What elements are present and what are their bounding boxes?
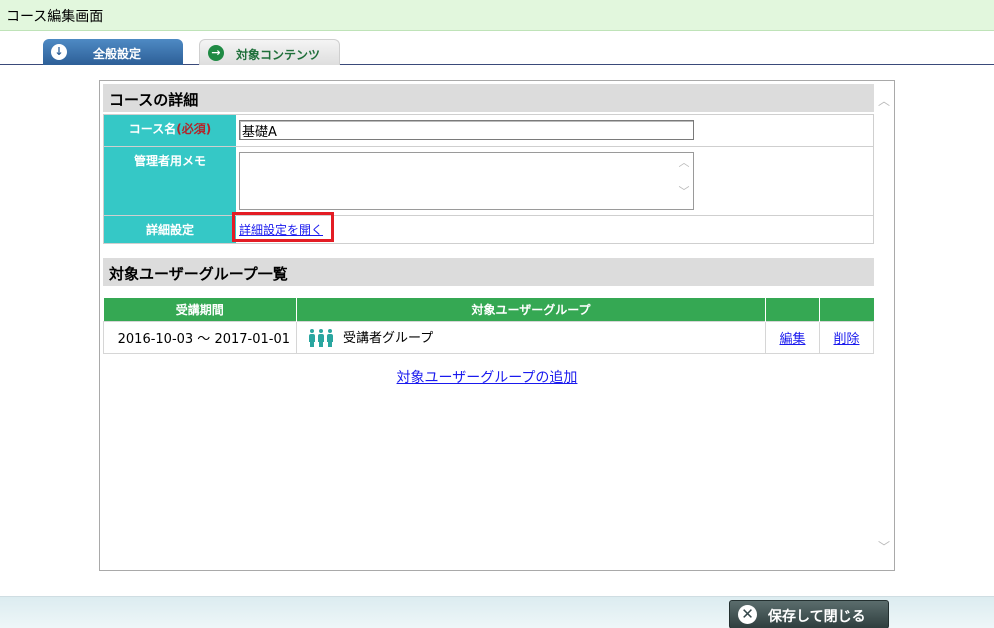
panel-scrollbar[interactable]: ︿ ﹀ bbox=[874, 81, 894, 570]
save-and-close-button[interactable]: ✕ 保存して閉じる bbox=[729, 600, 889, 628]
open-advanced-settings-link[interactable]: 詳細設定を開く bbox=[239, 221, 323, 238]
table-row: 2016-10-03 ～ 2017-01-01 受講者グループ 編集 削除 bbox=[103, 320, 874, 354]
tab-target-contents[interactable]: → 対象コンテンツ bbox=[199, 39, 340, 65]
chevron-up-icon[interactable]: ︿ bbox=[878, 95, 890, 107]
course-details-heading: コースの詳細 bbox=[103, 84, 874, 112]
course-edit-screen: コース編集画面 ↓ 全般設定 → 対象コンテンツ ︿ ﹀ コースの詳細 コース名… bbox=[0, 0, 994, 628]
delete-cell: 削除 bbox=[819, 320, 874, 354]
window-title: コース編集画面 bbox=[6, 9, 104, 25]
course-name-label: コース名(必須) bbox=[104, 115, 236, 146]
save-and-close-label: 保存して閉じる bbox=[768, 609, 866, 625]
tab-label: 対象コンテンツ bbox=[236, 48, 321, 62]
column-header-period: 受講期間 bbox=[103, 298, 297, 321]
main-panel: ︿ ﹀ コースの詳細 コース名(必須) 管理者用メモ ︿ ﹀ bbox=[99, 80, 895, 571]
add-group-container: 対象ユーザーグループの追加 bbox=[100, 367, 874, 387]
tab-general-settings[interactable]: ↓ 全般設定 bbox=[43, 39, 183, 65]
section-heading-text: 対象ユーザーグループ一覧 bbox=[109, 265, 288, 283]
field-label: コース名 bbox=[128, 122, 177, 136]
table-header-row: 受講期間 対象ユーザーグループ bbox=[103, 298, 874, 321]
column-header-group: 対象ユーザーグループ bbox=[296, 298, 766, 321]
footer-bar: ✕ 保存して閉じる bbox=[0, 596, 994, 628]
tab-label: 全般設定 bbox=[93, 47, 142, 61]
chevron-down-icon[interactable]: ﹀ bbox=[678, 186, 690, 198]
user-group-icon bbox=[309, 329, 335, 348]
period-cell: 2016-10-03 ～ 2017-01-01 bbox=[103, 320, 297, 354]
form-row-course-name: コース名(必須) bbox=[104, 115, 873, 147]
group-name: 受講者グループ bbox=[343, 330, 434, 346]
form-row-admin-memo: 管理者用メモ ︿ ﹀ bbox=[104, 147, 873, 216]
section-heading-text: コースの詳細 bbox=[109, 91, 199, 109]
target-groups-heading: 対象ユーザーグループ一覧 bbox=[103, 258, 874, 286]
add-user-group-link[interactable]: 対象ユーザーグループの追加 bbox=[397, 370, 578, 386]
column-header-delete bbox=[819, 298, 874, 321]
course-details-form: コース名(必須) 管理者用メモ ︿ ﹀ 詳細設定 詳細設定を開く bbox=[103, 114, 874, 244]
admin-memo-textarea[interactable]: ︿ ﹀ bbox=[239, 152, 694, 210]
admin-memo-label: 管理者用メモ bbox=[104, 147, 236, 215]
required-marker: (必須) bbox=[176, 122, 212, 136]
edit-cell: 編集 bbox=[765, 320, 820, 354]
edit-link[interactable]: 編集 bbox=[779, 332, 805, 347]
group-cell: 受講者グループ bbox=[296, 320, 766, 354]
form-row-advanced-settings: 詳細設定 詳細設定を開く bbox=[104, 212, 873, 243]
course-name-input[interactable] bbox=[239, 120, 694, 140]
delete-link[interactable]: 削除 bbox=[833, 332, 859, 347]
close-circle-icon: ✕ bbox=[738, 605, 757, 624]
tab-bar: ↓ 全般設定 → 対象コンテンツ bbox=[0, 31, 994, 65]
advanced-settings-label: 詳細設定 bbox=[104, 216, 236, 243]
arrow-down-circle-icon: ↓ bbox=[51, 44, 67, 60]
field-label: 詳細設定 bbox=[145, 223, 194, 237]
column-header-edit bbox=[765, 298, 820, 321]
title-bar: コース編集画面 bbox=[0, 0, 994, 31]
field-label: 管理者用メモ bbox=[133, 154, 206, 168]
arrow-right-circle-icon: → bbox=[208, 45, 224, 61]
chevron-down-icon[interactable]: ﹀ bbox=[878, 541, 890, 553]
chevron-up-icon[interactable]: ︿ bbox=[678, 157, 690, 169]
target-groups-table: 受講期間 対象ユーザーグループ 2016-10-03 ～ 2017-01-01 … bbox=[103, 298, 874, 354]
